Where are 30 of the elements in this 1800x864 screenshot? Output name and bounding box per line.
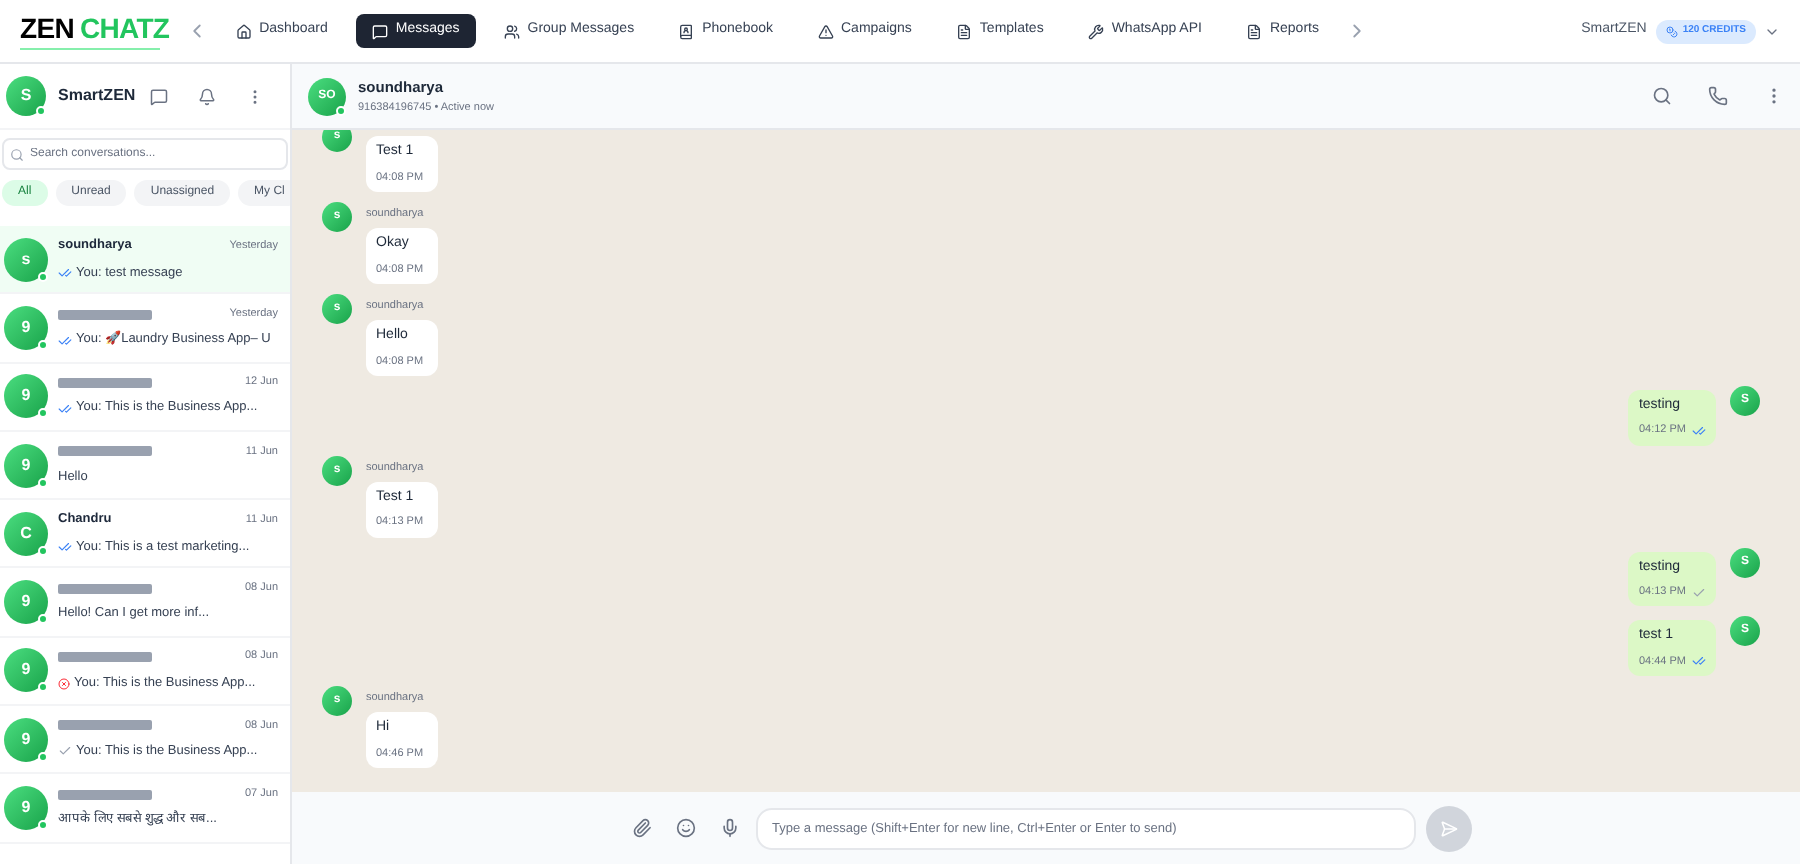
document-icon — [1245, 23, 1262, 39]
avatar: 9 — [4, 648, 48, 693]
avatar: 9 — [4, 443, 48, 488]
message-icon[interactable] — [150, 87, 168, 105]
avatar: 9 — [4, 580, 48, 625]
logo[interactable]: ZEN CHATZ — [20, 13, 170, 49]
microphone-icon[interactable] — [720, 818, 740, 838]
avatar: 9 — [4, 717, 48, 762]
users-icon — [503, 23, 520, 39]
user-name: SmartZEN — [58, 84, 138, 108]
home-icon — [235, 23, 252, 39]
message-icon — [371, 23, 388, 39]
phone-icon[interactable] — [1708, 86, 1728, 106]
avatar: C — [4, 511, 48, 556]
document-icon — [955, 23, 972, 39]
search-icon[interactable] — [1652, 86, 1672, 106]
warning-icon — [817, 23, 833, 39]
attach-icon[interactable] — [632, 818, 652, 838]
contact-book-icon — [678, 23, 695, 39]
avatar: 9 — [4, 305, 48, 350]
avatar: 9 — [4, 786, 48, 831]
search-icon — [10, 147, 24, 161]
send-icon — [1440, 819, 1458, 837]
wrench-icon — [1087, 23, 1104, 39]
avatar: 9 — [4, 374, 48, 419]
avatar: s — [4, 237, 48, 282]
bell-icon[interactable] — [198, 87, 216, 105]
coin-icon — [1666, 25, 1679, 37]
emoji-icon[interactable] — [676, 818, 696, 838]
avatar: S — [6, 76, 46, 116]
